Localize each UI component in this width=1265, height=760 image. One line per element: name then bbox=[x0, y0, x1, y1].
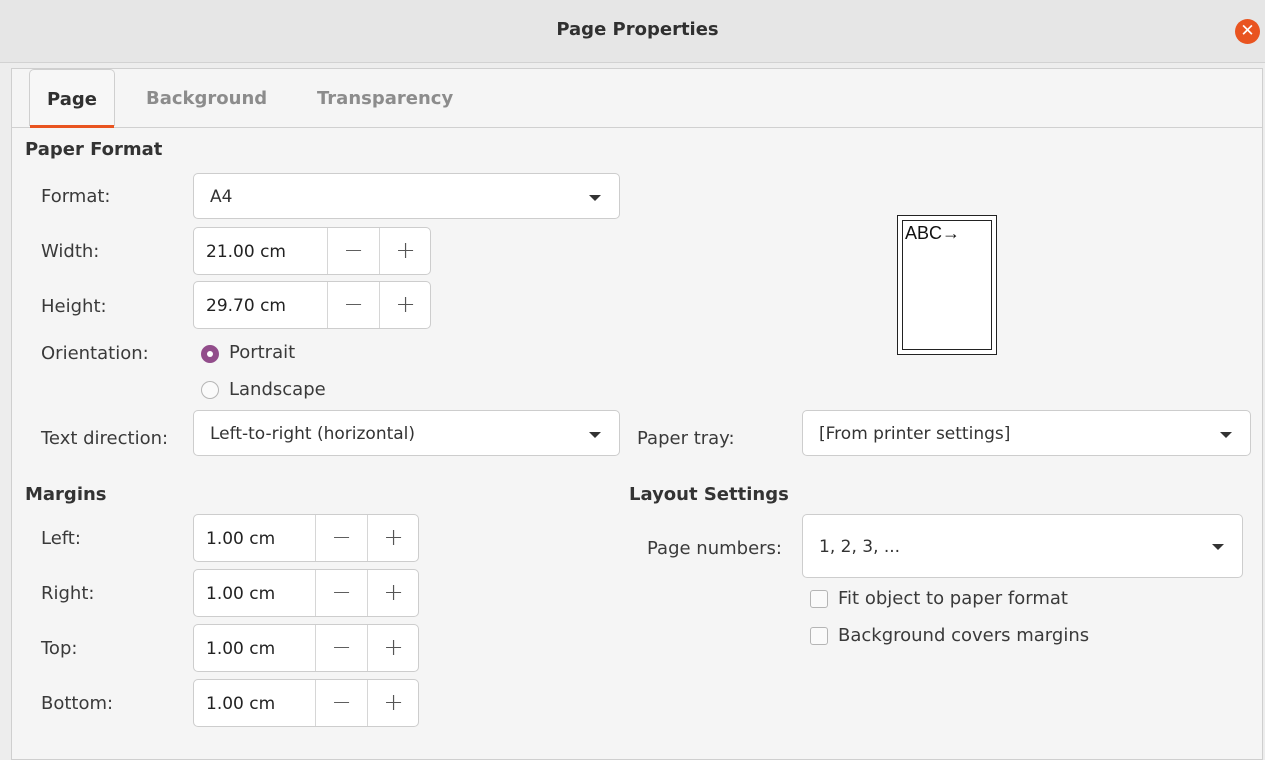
margin-top-label: Top: bbox=[41, 638, 78, 659]
margin-top-decrease-button[interactable]: − bbox=[315, 625, 367, 671]
portrait-label[interactable]: Portrait bbox=[229, 342, 295, 363]
margin-bottom-increase-button[interactable]: + bbox=[367, 680, 418, 726]
margin-left-value: 1.00 cm bbox=[206, 529, 276, 549]
margin-right-increase-button[interactable]: + bbox=[367, 570, 418, 616]
bg-covers-margins-checkbox[interactable] bbox=[810, 627, 828, 645]
fit-object-label[interactable]: Fit object to paper format bbox=[838, 588, 1068, 609]
width-increase-button[interactable]: + bbox=[379, 228, 430, 274]
height-increase-button[interactable]: + bbox=[379, 282, 430, 328]
tab-page-label: Page bbox=[47, 89, 97, 110]
margin-left-label: Left: bbox=[41, 528, 81, 549]
width-label: Width: bbox=[41, 241, 100, 262]
height-spinbox[interactable]: 29.70 cm − + bbox=[193, 281, 431, 329]
margin-left-spinbox[interactable]: 1.00 cm − + bbox=[193, 514, 419, 562]
tab-transparency[interactable]: Transparency bbox=[317, 69, 453, 127]
paper-tray-label: Paper tray: bbox=[637, 428, 735, 449]
margin-right-label: Right: bbox=[41, 583, 95, 604]
margin-left-decrease-button[interactable]: − bbox=[315, 515, 367, 561]
chevron-down-icon bbox=[1212, 544, 1224, 550]
landscape-label[interactable]: Landscape bbox=[229, 379, 326, 400]
fit-object-checkbox[interactable] bbox=[810, 590, 828, 608]
page-numbers-value: 1, 2, 3, ... bbox=[819, 537, 901, 557]
active-tab-indicator bbox=[30, 125, 114, 128]
landscape-radio[interactable] bbox=[201, 381, 219, 399]
height-value: 29.70 cm bbox=[206, 296, 286, 316]
margin-top-spinbox[interactable]: 1.00 cm − + bbox=[193, 624, 419, 672]
bg-covers-margins-label[interactable]: Background covers margins bbox=[838, 625, 1089, 646]
margin-top-increase-button[interactable]: + bbox=[367, 625, 418, 671]
margin-bottom-spinbox[interactable]: 1.00 cm − + bbox=[193, 679, 419, 727]
text-direction-dropdown[interactable]: Left-to-right (horizontal) bbox=[193, 410, 620, 456]
preview-text: ABC→ bbox=[905, 223, 961, 243]
text-direction-value: Left-to-right (horizontal) bbox=[210, 424, 416, 444]
format-dropdown[interactable]: A4 bbox=[193, 173, 620, 219]
margin-bottom-label: Bottom: bbox=[41, 693, 114, 714]
width-decrease-button[interactable]: − bbox=[327, 228, 379, 274]
width-spinbox[interactable]: 21.00 cm − + bbox=[193, 227, 431, 275]
margin-top-value: 1.00 cm bbox=[206, 639, 276, 659]
format-value: A4 bbox=[210, 187, 233, 207]
margin-right-value: 1.00 cm bbox=[206, 584, 276, 604]
chevron-down-icon bbox=[589, 195, 601, 201]
dialog-body: Page Background Transparency Paper Forma… bbox=[11, 68, 1263, 760]
margin-left-increase-button[interactable]: + bbox=[367, 515, 418, 561]
title-bar: Page Properties ✕ bbox=[0, 0, 1265, 63]
width-value: 21.00 cm bbox=[206, 242, 286, 262]
dialog-title: Page Properties bbox=[556, 19, 719, 40]
chevron-down-icon bbox=[589, 432, 601, 438]
paper-tray-dropdown[interactable]: [From printer settings] bbox=[802, 410, 1251, 456]
height-decrease-button[interactable]: − bbox=[327, 282, 379, 328]
margins-heading: Margins bbox=[25, 484, 107, 505]
margin-right-decrease-button[interactable]: − bbox=[315, 570, 367, 616]
margin-right-spinbox[interactable]: 1.00 cm − + bbox=[193, 569, 419, 617]
paper-tray-value: [From printer settings] bbox=[819, 424, 1011, 444]
text-direction-label: Text direction: bbox=[41, 428, 169, 449]
height-label: Height: bbox=[41, 296, 107, 317]
tab-bar: Page Background Transparency bbox=[12, 69, 1262, 128]
page-preview-inner: ABC→ bbox=[902, 220, 992, 350]
portrait-radio[interactable] bbox=[201, 345, 219, 363]
tab-page[interactable]: Page bbox=[29, 69, 115, 128]
chevron-down-icon bbox=[1220, 432, 1232, 438]
page-numbers-dropdown[interactable]: 1, 2, 3, ... bbox=[802, 514, 1243, 578]
margin-bottom-value: 1.00 cm bbox=[206, 694, 276, 714]
page-numbers-label: Page numbers: bbox=[647, 538, 782, 559]
layout-settings-heading: Layout Settings bbox=[629, 484, 789, 505]
page-preview: ABC→ bbox=[897, 215, 997, 355]
orientation-label: Orientation: bbox=[41, 343, 149, 364]
format-label: Format: bbox=[41, 186, 111, 207]
close-icon[interactable]: ✕ bbox=[1235, 19, 1260, 44]
margin-bottom-decrease-button[interactable]: − bbox=[315, 680, 367, 726]
tab-background[interactable]: Background bbox=[146, 69, 267, 127]
paper-format-heading: Paper Format bbox=[25, 139, 163, 160]
